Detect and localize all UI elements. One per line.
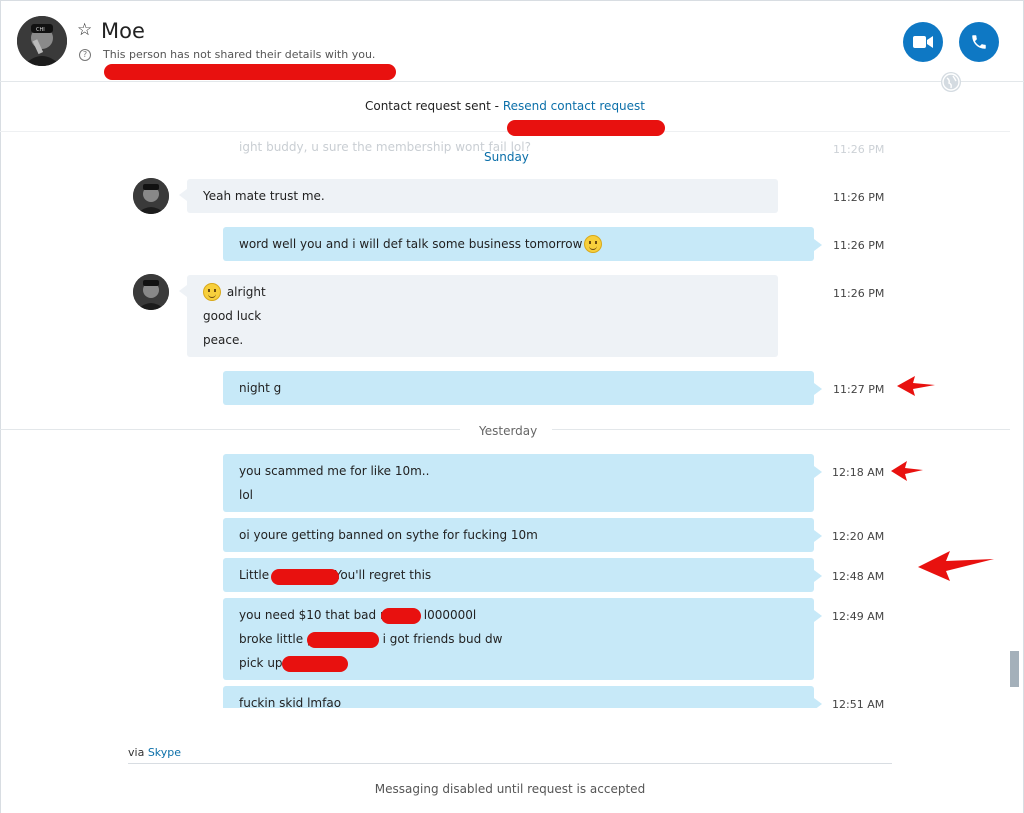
message-bubble[interactable]: night g [223, 371, 822, 405]
message-text: broke little p [239, 632, 315, 646]
message-text: i got friends bud dw [382, 632, 503, 646]
smile-emoji-icon [584, 235, 603, 253]
resend-request-link[interactable]: Resend contact request [503, 99, 645, 113]
message-timestamp: 12:20 AM [832, 530, 885, 543]
redaction-mark [307, 632, 379, 648]
conversation-header: CHI ☆ Moe ? This person has not shared t… [0, 0, 1024, 92]
message-text: good luck [203, 309, 262, 323]
question-circle-icon[interactable]: ? [79, 49, 91, 61]
message-bubble[interactable]: you scammed me for like 10m.. lol [223, 454, 822, 512]
redaction-mark [282, 656, 348, 672]
contact-avatar[interactable]: CHI [17, 16, 67, 66]
message-bubble[interactable]: fuckin skid lmfao [223, 686, 822, 708]
message-text: fuckin skid lmfao [239, 696, 342, 708]
message-text: ? l000000l [413, 608, 477, 622]
message-text: you scammed me for like 10m.. [239, 464, 430, 478]
message-text: oi youre getting banned on sythe for fuc… [239, 528, 538, 542]
message-timestamp: 12:49 AM [832, 610, 885, 623]
avatar[interactable] [133, 274, 169, 310]
message-bubble[interactable]: Yeah mate trust me. [179, 179, 778, 213]
details-note: This person has not shared their details… [103, 48, 376, 61]
svg-text:CHI: CHI [36, 27, 45, 33]
redaction-mark [381, 608, 421, 624]
message-timestamp: 11:27 PM [833, 383, 885, 396]
video-camera-icon [913, 36, 933, 48]
message-timestamp: 12:51 AM [832, 698, 885, 711]
message-bubble[interactable]: word well you and i will def talk some b… [223, 227, 822, 261]
contact-name[interactable]: Moe [101, 18, 145, 44]
avatar[interactable] [133, 178, 169, 214]
footer-divider [128, 763, 892, 764]
skype-link[interactable]: Skype [148, 746, 181, 759]
phone-icon [972, 35, 986, 49]
audio-call-button[interactable] [959, 22, 999, 62]
message-text: You'll regret this [334, 568, 432, 582]
message-timestamp: 11:26 PM [833, 239, 885, 252]
messaging-disabled-note: Messaging disabled until request is acce… [374, 782, 646, 796]
message-bubble[interactable]: alright good luck peace. [179, 275, 778, 357]
contact-request-bar: Contact request sent - Resend contact re… [0, 94, 1010, 132]
message-text: lol [239, 488, 254, 502]
message-text: you need $10 that bad n [239, 608, 388, 622]
annotation-arrow [891, 461, 923, 481]
message-text: night g [239, 381, 282, 395]
star-icon[interactable]: ☆ [77, 20, 92, 40]
globe-icon [941, 72, 961, 92]
message-text: peace. [203, 333, 244, 347]
request-sent-text: Contact request sent - [364, 99, 503, 113]
message-bubble[interactable]: oi youre getting banned on sythe for fuc… [223, 518, 822, 552]
scrollbar-thumb[interactable] [1010, 651, 1019, 687]
smile-emoji-icon [203, 283, 221, 301]
annotation-arrow [897, 376, 935, 396]
message-timestamp: 11:26 PM [833, 287, 885, 300]
annotation-arrow [918, 551, 994, 581]
redaction-mark [271, 569, 339, 585]
faded-timestamp: 11:26 PM [833, 143, 885, 156]
video-call-button[interactable] [903, 22, 943, 62]
message-text: word well you and i will def talk some b… [239, 237, 583, 251]
via-label: via Skype [128, 746, 181, 759]
message-timestamp: 12:18 AM [832, 466, 885, 479]
message-clip: fuckin skid lmfao [223, 686, 823, 708]
redaction-mark [104, 64, 396, 80]
message-text: alright [226, 285, 266, 299]
via-prefix: via [128, 746, 148, 759]
day-divider-yesterday: Yesterday [477, 423, 540, 439]
message-text: Yeah mate trust me. [203, 189, 325, 203]
message-timestamp: 11:26 PM [833, 191, 885, 204]
redaction-mark [507, 120, 665, 136]
message-timestamp: 12:48 AM [832, 570, 885, 583]
day-divider-sunday: Sunday [484, 150, 529, 164]
